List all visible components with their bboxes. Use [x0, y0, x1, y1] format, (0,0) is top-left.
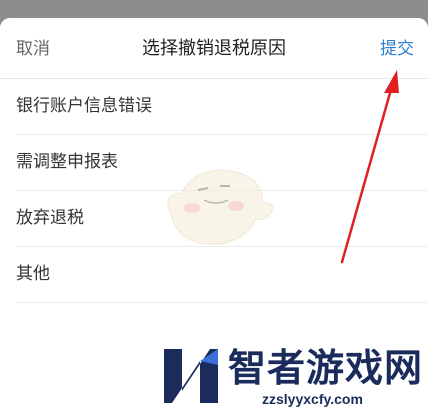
reason-option-label: 需调整申报表 [16, 152, 118, 172]
reason-option-label: 其他 [16, 264, 50, 284]
submit-button[interactable]: 提交 [380, 37, 414, 61]
site-logo-icon [164, 349, 218, 403]
reason-option-label: 放弃退税 [16, 208, 84, 228]
site-watermark-url: zzslyyxcfy.com [262, 391, 363, 407]
reason-option-bank-info-error[interactable]: 银行账户信息错误 [16, 79, 428, 135]
reason-option-other[interactable]: 其他 [16, 247, 428, 303]
site-watermark-name: 智者游戏网 [228, 346, 424, 390]
reason-option-label: 银行账户信息错误 [16, 96, 152, 116]
picker-header: 取消 选择撤销退税原因 提交 [0, 18, 428, 79]
picker-title: 选择撤销退税原因 [142, 38, 286, 59]
mascot-watermark-icon [167, 169, 273, 245]
